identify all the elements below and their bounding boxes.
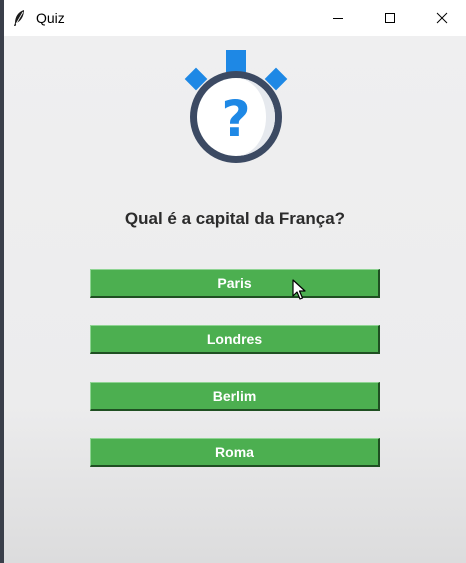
svg-text:?: ? — [221, 90, 250, 148]
answer-button-berlim[interactable]: Berlim — [90, 382, 380, 411]
mouse-pointer-icon — [292, 279, 306, 300]
stopwatch-question-icon: ? — [184, 50, 288, 163]
answer-button-londres[interactable]: Londres — [90, 325, 380, 354]
maximize-button[interactable] — [366, 0, 414, 36]
title-bar[interactable]: Quiz — [4, 0, 466, 36]
maximize-icon — [385, 13, 395, 23]
minimize-icon — [333, 18, 343, 19]
window-title: Quiz — [36, 10, 65, 26]
question-text: Qual é a capital da França? — [124, 209, 346, 228]
quiz-window: Quiz ? Qual é a capital da França? Paris… — [4, 0, 466, 563]
feather-icon — [14, 10, 24, 26]
close-icon — [436, 12, 448, 24]
minimize-button[interactable] — [314, 0, 362, 36]
quiz-content: ? Qual é a capital da França? Paris Lond… — [4, 36, 466, 563]
answer-button-paris[interactable]: Paris — [90, 269, 380, 298]
answer-button-roma[interactable]: Roma — [90, 438, 380, 467]
close-button[interactable] — [418, 0, 466, 36]
